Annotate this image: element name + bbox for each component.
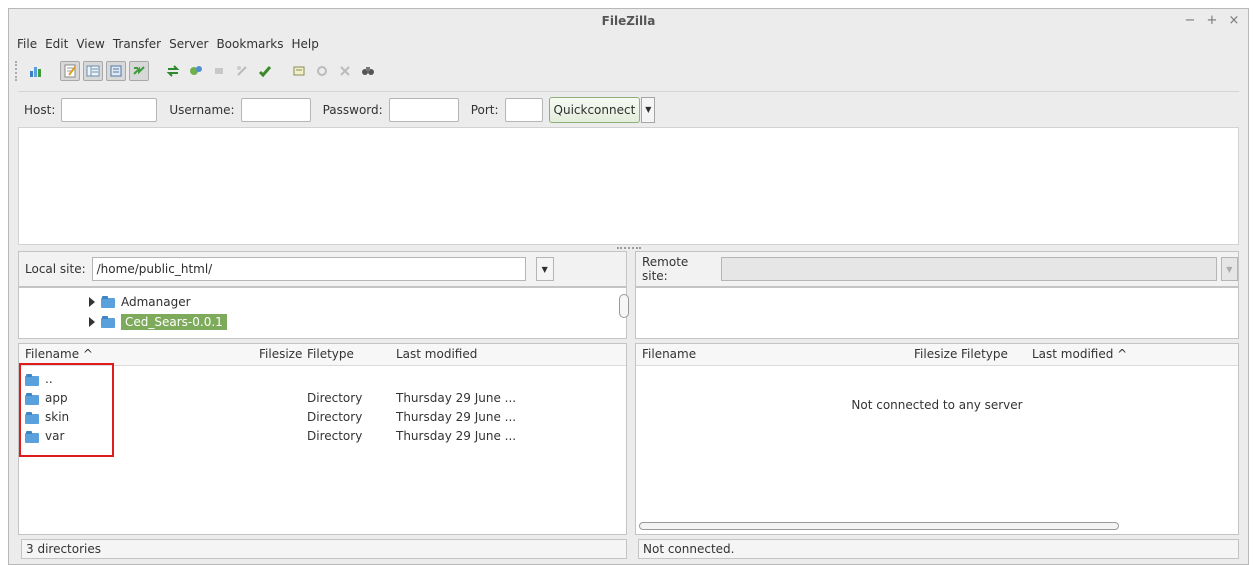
menu-transfer[interactable]: Transfer bbox=[113, 37, 161, 51]
cancel-operation-icon[interactable] bbox=[209, 61, 229, 81]
file-type: Directory bbox=[307, 410, 363, 424]
local-site-label: Local site: bbox=[25, 262, 86, 276]
compare-dirs-icon[interactable] bbox=[335, 61, 355, 81]
title-bar: FileZilla − + × bbox=[9, 9, 1248, 33]
toggle-message-log-icon[interactable] bbox=[60, 61, 80, 81]
port-label: Port: bbox=[470, 102, 499, 117]
menu-edit[interactable]: Edit bbox=[45, 37, 68, 51]
menu-help[interactable]: Help bbox=[292, 37, 319, 51]
maximize-button[interactable]: + bbox=[1206, 13, 1218, 28]
local-site-path-input[interactable]: /home/public_html/ bbox=[91, 257, 526, 281]
window-controls: − + × bbox=[1184, 13, 1240, 28]
quickconnect-button[interactable]: Quickconnect bbox=[548, 96, 641, 123]
tree-node-admanager[interactable]: Admanager bbox=[89, 292, 191, 312]
message-log[interactable] bbox=[18, 127, 1239, 245]
highlight-box bbox=[19, 363, 114, 457]
window-title: FileZilla bbox=[601, 14, 656, 28]
local-tree-scrollbar[interactable] bbox=[619, 294, 629, 318]
remote-list-header: Filename Filesize Filetype Last modified… bbox=[636, 344, 1238, 366]
toolbar-grip[interactable] bbox=[15, 61, 19, 81]
remote-empty-message: Not connected to any server bbox=[851, 398, 1023, 412]
tree-node-ced-sears[interactable]: Ced_Sears-0.0.1 bbox=[89, 312, 227, 332]
file-type: Directory bbox=[307, 391, 363, 405]
remote-site-label: Remote site: bbox=[642, 255, 689, 283]
directory-filters-icon[interactable] bbox=[289, 61, 309, 81]
toggle-remote-tree-icon[interactable] bbox=[106, 61, 126, 81]
remote-site-dropdown[interactable]: ▼ bbox=[1220, 257, 1238, 281]
column-filetype[interactable]: Filetype bbox=[307, 347, 354, 361]
folder-icon bbox=[101, 296, 115, 308]
local-directory-tree[interactable]: Admanager Ced_Sears-0.0.1 bbox=[18, 287, 629, 339]
local-status: 3 directories bbox=[21, 539, 627, 559]
column-filename[interactable]: Filename bbox=[642, 347, 696, 361]
toggle-transfer-queue-icon[interactable] bbox=[129, 61, 149, 81]
username-input[interactable] bbox=[240, 97, 311, 122]
remote-file-list[interactable]: Filename Filesize Filetype Last modified… bbox=[635, 343, 1239, 535]
remote-directory-tree[interactable] bbox=[635, 287, 1239, 339]
expand-arrow-icon[interactable] bbox=[89, 317, 95, 327]
site-manager-icon[interactable] bbox=[26, 61, 46, 81]
local-site-dropdown[interactable]: ▼ bbox=[535, 257, 554, 281]
file-modified: Thursday 29 June ... bbox=[396, 391, 517, 405]
quickconnect-bar: Host: Username: Password: Port: Quickcon… bbox=[18, 91, 1239, 127]
tree-node-label: Ced_Sears-0.0.1 bbox=[121, 314, 227, 330]
column-filesize[interactable]: Filesize bbox=[259, 347, 302, 361]
column-filesize[interactable]: Filesize bbox=[914, 347, 957, 361]
host-input[interactable] bbox=[61, 97, 158, 122]
menu-server[interactable]: Server bbox=[169, 37, 208, 51]
folder-icon bbox=[101, 316, 115, 328]
remote-list-hscrollbar[interactable] bbox=[639, 522, 1119, 530]
file-type: Directory bbox=[307, 429, 363, 443]
menu-view[interactable]: View bbox=[76, 37, 104, 51]
filezilla-window: FileZilla − + × File Edit View Transfer … bbox=[8, 8, 1249, 565]
expand-arrow-icon[interactable] bbox=[89, 297, 95, 307]
sync-browsing-icon[interactable] bbox=[312, 61, 332, 81]
column-last-modified[interactable]: Last modified bbox=[396, 347, 477, 361]
menu-file[interactable]: File bbox=[17, 37, 37, 51]
file-modified: Thursday 29 June ... bbox=[396, 429, 517, 443]
column-filetype[interactable]: Filetype bbox=[961, 347, 1008, 361]
column-filename[interactable]: Filename ^ bbox=[25, 347, 93, 361]
host-label: Host: bbox=[24, 102, 56, 117]
refresh-icon[interactable] bbox=[163, 61, 183, 81]
password-label: Password: bbox=[322, 102, 383, 117]
remote-status: Not connected. bbox=[638, 539, 1239, 559]
search-icon[interactable] bbox=[358, 61, 378, 81]
column-last-modified[interactable]: Last modified ^ bbox=[1032, 347, 1127, 361]
local-site-bar: Local site: /home/public_html/ ▼ bbox=[18, 251, 627, 287]
process-queue-icon[interactable] bbox=[186, 61, 206, 81]
quickconnect-history-dropdown[interactable]: ▼ bbox=[641, 96, 656, 123]
minimize-button[interactable]: − bbox=[1184, 13, 1196, 28]
remote-site-bar: Remote site: ▼ bbox=[635, 251, 1239, 287]
disconnect-icon[interactable] bbox=[232, 61, 252, 81]
close-button[interactable]: × bbox=[1228, 13, 1240, 28]
tree-node-label: Admanager bbox=[121, 295, 191, 309]
toggle-local-tree-icon[interactable] bbox=[83, 61, 103, 81]
menu-bar: File Edit View Transfer Server Bookmarks… bbox=[9, 33, 319, 55]
toolbar bbox=[9, 55, 1248, 87]
username-label: Username: bbox=[169, 102, 235, 117]
password-input[interactable] bbox=[388, 97, 459, 122]
reconnect-icon[interactable] bbox=[255, 61, 275, 81]
file-modified: Thursday 29 June ... bbox=[396, 410, 517, 424]
remote-site-path-input[interactable] bbox=[721, 257, 1217, 281]
menu-bookmarks[interactable]: Bookmarks bbox=[216, 37, 283, 51]
port-input[interactable] bbox=[504, 97, 543, 122]
